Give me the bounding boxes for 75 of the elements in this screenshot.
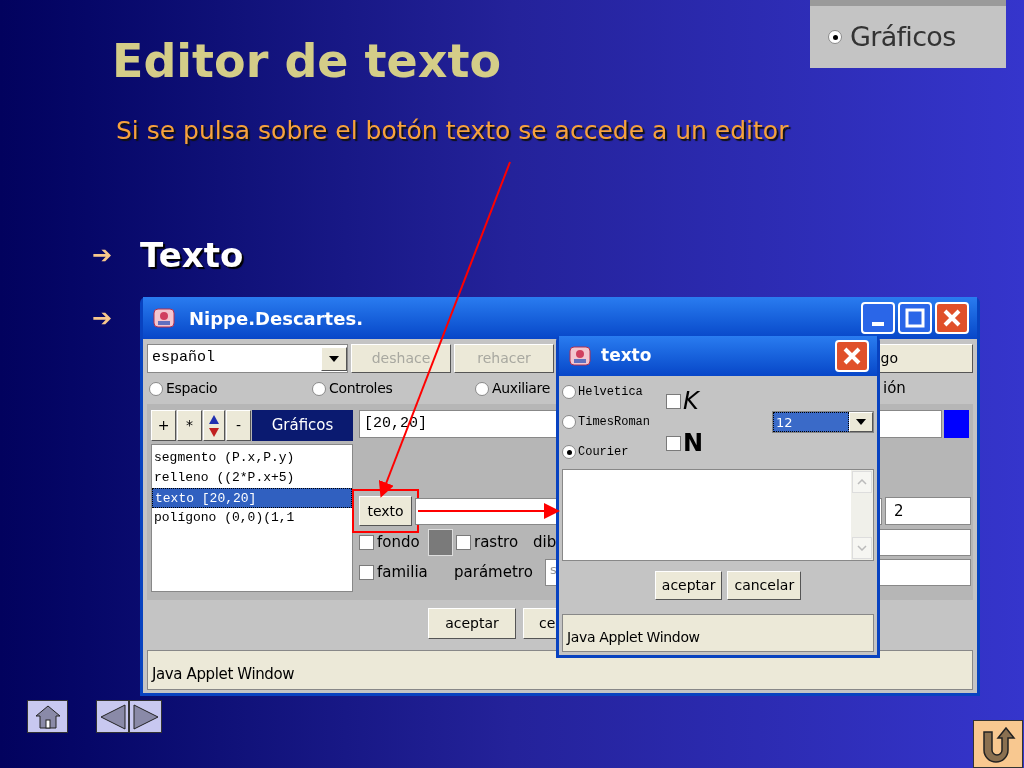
size-dropdown[interactable]: 12	[772, 411, 874, 433]
radio-button[interactable]	[562, 385, 576, 399]
checkbox-label: familia	[377, 562, 429, 584]
radio-label: Auxiliare	[492, 379, 550, 398]
checkbox[interactable]	[666, 393, 681, 409]
maximize-button[interactable]	[898, 302, 932, 334]
up-down-icon	[208, 413, 220, 438]
status-text: Java Applet Window	[567, 628, 700, 647]
app-icon	[567, 343, 593, 369]
list-item[interactable]: polígono (0,0)(1,1	[152, 508, 352, 528]
dialog-button[interactable]: aceptar	[428, 608, 516, 639]
radio-label: Espacio	[166, 379, 218, 398]
radio-label: ión	[883, 378, 907, 400]
return-button[interactable]	[973, 720, 1023, 768]
style-label: N	[683, 431, 704, 455]
number-field[interactable]: 2	[885, 497, 971, 525]
maximize-icon	[905, 308, 925, 328]
radio-button[interactable]	[828, 30, 842, 44]
checkbox[interactable]	[456, 535, 471, 550]
radio-label: Helvetica	[578, 384, 643, 401]
slide-subtitle: Si se pulsa sobre el botón texto se accede a un editor	[116, 115, 789, 147]
radio-button[interactable]	[149, 381, 163, 396]
reorder-button[interactable]	[203, 410, 225, 441]
field-label: parámetro	[454, 562, 534, 584]
color-swatch[interactable]	[944, 410, 969, 438]
previous-button[interactable]	[96, 700, 129, 733]
panel-button[interactable]: -	[226, 410, 251, 441]
radio-label: Controles	[329, 379, 393, 398]
left-triangle-icon	[98, 703, 127, 730]
close-button[interactable]	[835, 339, 869, 372]
app-icon	[151, 305, 177, 331]
checkbox[interactable]	[359, 535, 374, 550]
list-item[interactable]: texto [20,20]	[152, 488, 352, 508]
close-button[interactable]	[935, 302, 969, 334]
home-icon	[33, 703, 62, 730]
bullet-arrow: ➔	[92, 242, 113, 267]
caret-icon	[856, 419, 866, 425]
window-title: texto	[601, 344, 652, 368]
scrollbar[interactable]	[851, 470, 873, 560]
bullet-arrow: ➔	[92, 305, 113, 330]
color-swatch[interactable]	[428, 529, 453, 556]
radio-button[interactable]	[312, 381, 326, 396]
option-label: Gráficos	[850, 19, 956, 54]
status-text: Java Applet Window	[152, 663, 295, 685]
style-label: K	[683, 389, 699, 413]
minimize-icon	[872, 322, 884, 326]
window-title: Nippe.Descartes.	[189, 306, 363, 331]
minimize-button[interactable]	[861, 302, 895, 334]
radio-button[interactable]	[562, 415, 576, 429]
radio-label: TimesRoman	[578, 414, 650, 431]
radio-button[interactable]	[475, 381, 489, 396]
checkbox-label: rastro	[474, 532, 520, 554]
next-button[interactable]	[129, 700, 162, 733]
graphics-tab[interactable]: Gráficos	[252, 410, 353, 441]
language-dropdown[interactable]: español	[147, 344, 348, 373]
list-item[interactable]: segmento (P.x,P.y)	[152, 448, 352, 468]
radio-label: Courier	[578, 444, 629, 461]
dialog-button[interactable]: aceptar	[654, 571, 723, 600]
caret-icon	[329, 355, 339, 362]
checkbox-label: fondo	[377, 532, 421, 554]
right-triangle-icon	[131, 703, 160, 730]
radio-button[interactable]	[562, 445, 576, 459]
close-icon	[842, 345, 862, 366]
bullet-text: Texto	[140, 237, 244, 272]
checkbox[interactable]	[666, 435, 681, 451]
dialog-button[interactable]: cancelar	[727, 571, 802, 600]
text-area[interactable]	[562, 469, 874, 561]
close-icon	[942, 308, 962, 328]
checkbox[interactable]	[359, 565, 374, 580]
field-label: dib	[533, 532, 557, 554]
slide-title: Editor de texto	[112, 38, 501, 84]
home-button[interactable]	[27, 700, 68, 733]
panel-button[interactable]: +	[151, 410, 176, 441]
list-item[interactable]: relleno ((2*P.x+5)	[152, 468, 352, 488]
panel-button[interactable]: *	[177, 410, 202, 441]
